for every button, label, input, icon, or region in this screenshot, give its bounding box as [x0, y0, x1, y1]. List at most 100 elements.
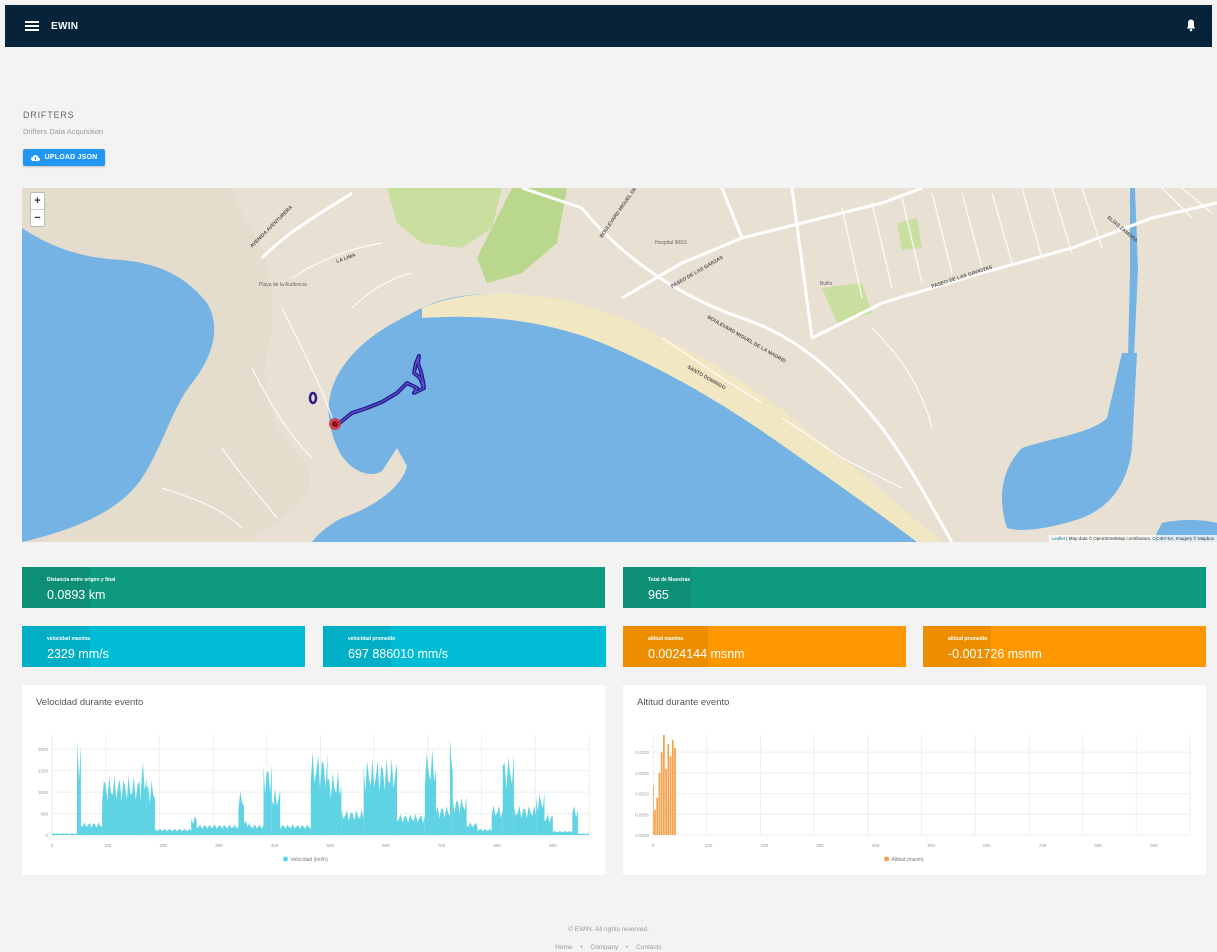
altitude-x-tick-label: 100 [705, 843, 713, 848]
altitude-x-tick-label: 300 [816, 843, 824, 848]
map-tiles: AVENIDA AVENTURERA BOULEVARD MIGUEL DE L… [22, 188, 1217, 542]
altitude-y-tick-label: 0.0015 [635, 771, 649, 776]
stat-card-distance: Distancia entre origen y final 0.0893 km [22, 567, 605, 608]
stat-label-distance: Distancia entre origen y final [47, 577, 116, 583]
hamburger-menu-icon[interactable] [25, 21, 39, 31]
stat-value-altitude-avg: -0.001726 msnm [948, 647, 1042, 661]
velocity-x-tick-label: 600 [382, 843, 390, 848]
footer-separator: • [580, 944, 583, 951]
velocity-area-segment [141, 762, 147, 835]
velocity-area-segment [477, 828, 492, 835]
velocity-chart-card: Velocidad durante evento 0 500 1000 1500 200… [22, 685, 605, 875]
cloud-upload-icon [30, 154, 40, 161]
velocity-area-segment [513, 805, 537, 835]
velocity-area-segment [280, 824, 311, 835]
altitude-y-tick-label: 0.0010 [635, 792, 649, 797]
velocity-area-segment [52, 833, 78, 835]
altitude-x-tick-label: 400 [872, 843, 880, 848]
velocity-area-segment [154, 828, 192, 835]
map-label-hospital: Hospital IMSS [655, 240, 687, 246]
velocity-area-segment [502, 753, 514, 835]
top-app-bar: EWIN [5, 5, 1212, 47]
altitude-chart: 0.0000 0.0005 0.0010 0.0015 0.0020 0 100 200 300… [635, 735, 1191, 863]
altitude-y-tick-label: 0.0005 [635, 812, 649, 817]
map-label-playa: Playa de la Audiencia [259, 282, 307, 288]
velocity-legend-marker [283, 856, 288, 862]
altitude-x-tick-label: 600 [983, 843, 991, 848]
stat-value-distance: 0.0893 km [47, 588, 106, 602]
stat-value-total: 965 [648, 588, 669, 602]
footer-link-home[interactable]: Home [555, 944, 572, 951]
altitude-legend-marker [884, 856, 889, 862]
velocity-area-segment [77, 741, 81, 835]
velocity-x-tick-label: 800 [493, 843, 501, 848]
velocity-area-segment [536, 792, 545, 835]
stat-card-altitude-avg: altitud promedio -0.001726 msnm [923, 626, 1206, 667]
altitude-bar [653, 785, 654, 835]
velocity-y-tick-label: 1000 [38, 790, 49, 795]
velocity-y-tick-label: 500 [40, 812, 48, 817]
attribution-text: | Map data © OpenStreetMap contributors,… [1065, 536, 1214, 541]
stat-value-altitude-max: 0.0024144 msnm [648, 647, 745, 661]
altitude-bar [663, 735, 665, 835]
altitude-x-tick-label: 700 [1039, 843, 1047, 848]
stat-label-velocity-max: velocidad maxima [47, 636, 91, 642]
velocity-area-segment [238, 791, 244, 835]
velocity-area-segment [435, 805, 450, 835]
stat-label-velocity-avg: velocidad promedio [348, 636, 396, 642]
velocity-area-segment [466, 822, 478, 835]
map-label-bullo: Bulllo [820, 281, 832, 287]
altitude-bar [671, 739, 674, 835]
velocity-area-segment [397, 813, 425, 835]
map-attribution: Leaflet | Map data © OpenStreetMap contr… [1048, 535, 1217, 542]
altitude-bar [658, 772, 661, 835]
velocity-x-tick-label: 0 [51, 843, 54, 848]
altitude-legend-label: Altitud (msnm) [892, 857, 925, 863]
velocity-area-segment [310, 751, 328, 835]
leaflet-link[interactable]: Leaflet [1052, 536, 1066, 541]
velocity-area-segment [263, 763, 272, 835]
page-subtitle: Drifters Data Acquisition [23, 127, 104, 136]
stat-value-velocity-max: 2329 mm/s [47, 647, 109, 661]
altitude-bar [656, 797, 659, 835]
stat-card-altitude-max: altitud maxima 0.0024144 msnm [623, 626, 906, 667]
map-zoom-control: + − [30, 192, 45, 227]
velocity-area-segment [577, 833, 589, 835]
velocity-x-tick-label: 400 [271, 843, 279, 848]
brand-title: EWIN [51, 20, 79, 32]
upload-json-button[interactable]: UPLOAD JSON [23, 149, 105, 166]
map-view[interactable]: AVENIDA AVENTURERA BOULEVARD MIGUEL DE L… [22, 188, 1217, 542]
velocity-area-segment [191, 816, 197, 835]
velocity-area-segment [146, 780, 155, 835]
altitude-bar [669, 756, 672, 835]
velocity-area-segment [424, 749, 436, 835]
velocity-area-segment [449, 739, 453, 835]
altitude-x-tick-label: 500 [927, 843, 935, 848]
velocity-x-tick-label: 100 [104, 843, 112, 848]
footer-separator: • [626, 944, 629, 951]
velocity-legend-label: Velocidad (km/h) [291, 857, 329, 863]
stat-label-altitude-avg: altitud promedio [948, 636, 988, 642]
footer-copyright: © EWIN. All rights reserved. [568, 926, 649, 933]
velocity-y-tick-label: 0 [45, 833, 48, 838]
stat-card-velocity-avg: velocidad promedio 697 886010 mm/s [323, 626, 606, 667]
footer-link-contacts[interactable]: Contacts [636, 944, 662, 951]
zoom-out-button[interactable]: − [31, 209, 44, 226]
velocity-area-segment [491, 805, 503, 835]
altitude-bar [654, 810, 656, 835]
velocity-area-segment [572, 805, 578, 835]
stat-card-total: Total de Muestras 965 [623, 567, 1206, 608]
bell-icon[interactable] [1186, 19, 1196, 32]
zoom-in-button[interactable]: + [31, 193, 44, 209]
velocity-x-tick-label: 300 [215, 843, 223, 848]
upload-json-label: UPLOAD JSON [44, 154, 98, 161]
stat-value-velocity-avg: 697 886010 mm/s [348, 647, 449, 661]
velocity-area-segment [243, 820, 250, 835]
velocity-area-segment [196, 824, 239, 835]
altitude-x-tick-label: 200 [761, 843, 769, 848]
altitude-bar [667, 743, 670, 835]
velocity-area-segment [271, 787, 281, 835]
footer-link-company[interactable]: Company [590, 944, 618, 951]
velocity-area-segment [552, 830, 573, 835]
altitude-chart-card: Altitud durante evento 0.0000 0.0005 0.001… [623, 685, 1206, 875]
